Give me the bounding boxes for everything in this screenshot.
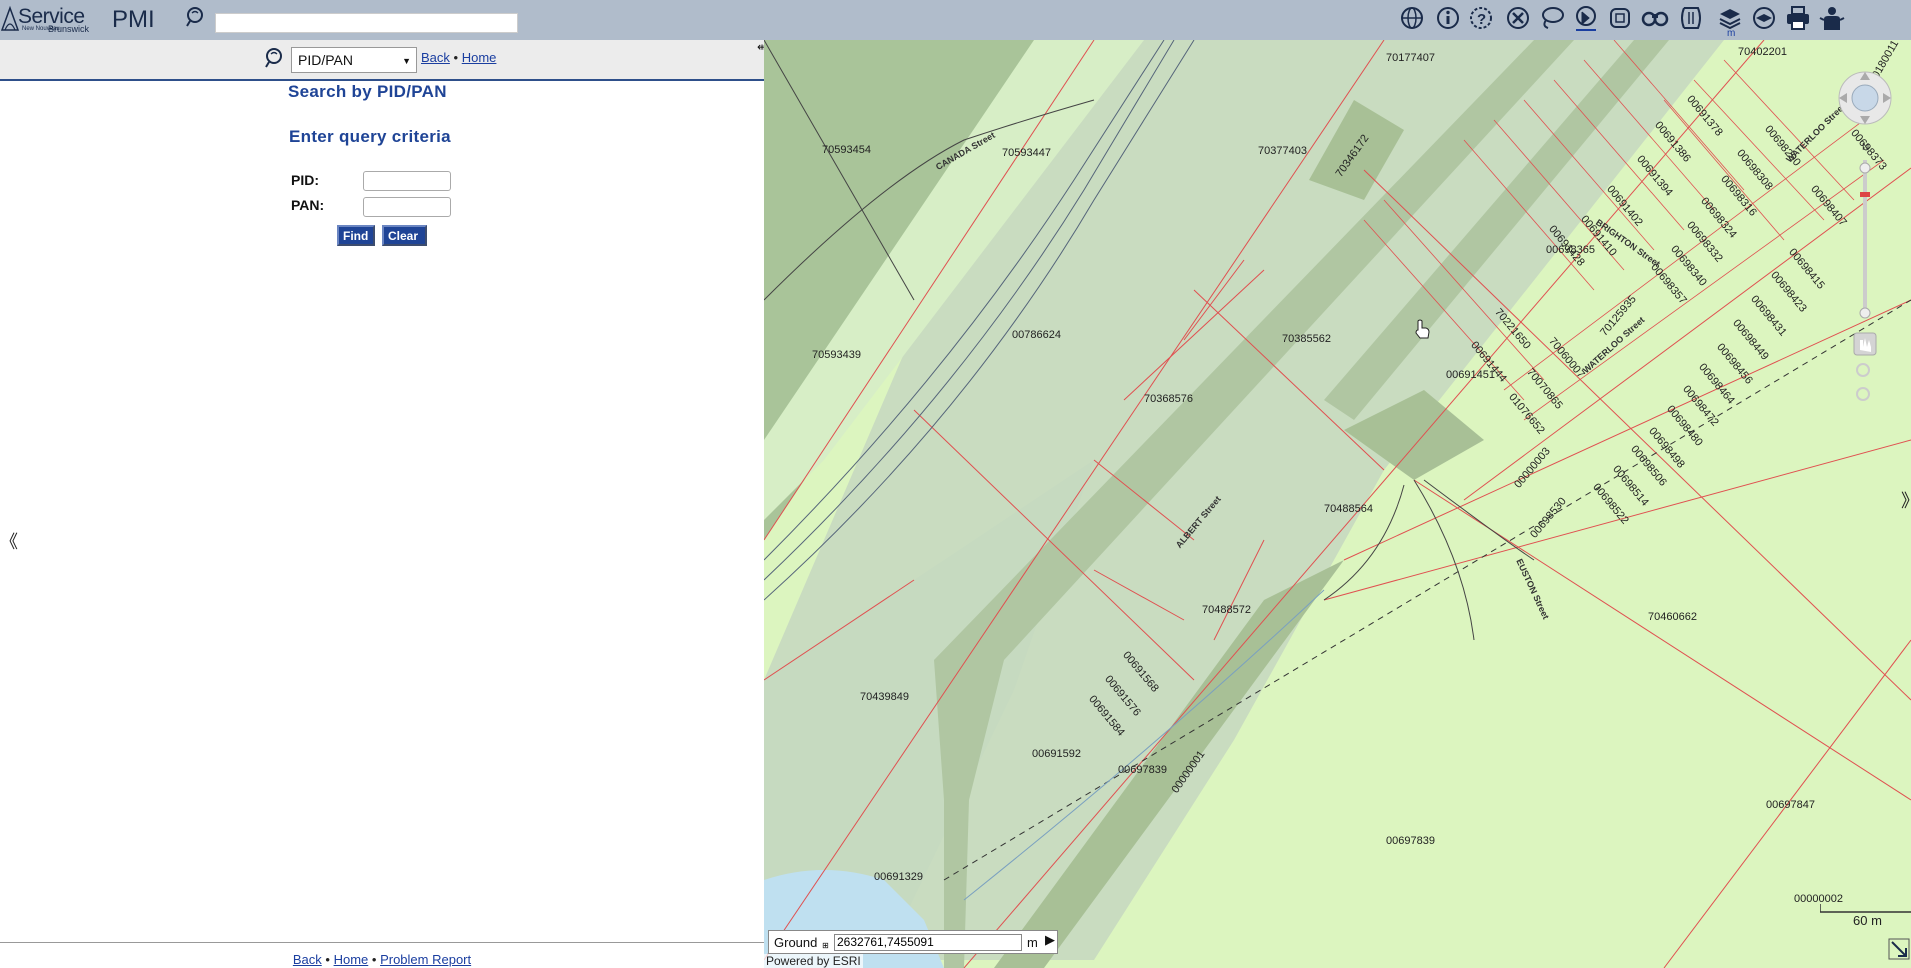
expand-icon[interactable]: ⊞ [822,941,829,950]
footer-back-link[interactable]: Back [293,952,322,967]
clear-button[interactable]: Clear [382,225,427,246]
app-title: PMI [112,6,155,33]
parcel-label: 70368576 [1144,393,1193,405]
query-subtitle: Enter query criteria [289,127,451,146]
search-panel: PID/PAN ▼ Back • Home Search by PID/PAN … [0,40,764,968]
pan-label: PAN: [291,197,325,213]
nav-separator: • [453,50,459,65]
pid-field[interactable] [363,171,451,191]
collapse-right-icon[interactable]: 》 [1901,487,1911,513]
binoculars-icon[interactable] [1641,4,1669,34]
footer-divider [0,942,764,943]
panel-nav: Back • Home [421,50,496,65]
logo-mark-icon [0,5,20,31]
hand-cursor-icon [1415,319,1430,339]
home-link[interactable]: Home [462,50,497,65]
globe-icon[interactable] [1398,4,1426,34]
identify-icon[interactable] [1572,4,1600,34]
measure-icon[interactable] [1678,4,1706,34]
close-circle-icon[interactable] [1504,4,1532,34]
pan-field[interactable] [363,197,451,217]
coordinate-box: Ground ⊞ 2632761,7455091 m ▶ [768,930,1058,954]
parcel-label: 70593439 [812,349,861,361]
page-title: Search by PID/PAN [288,82,447,101]
collapse-left-icon[interactable]: 《 [0,528,18,554]
parcel-label: 70460662 [1648,611,1697,623]
top-bar: Service New Nouveau Brunswick PMI ? m [0,0,1911,40]
print-icon[interactable] [1784,4,1812,34]
parcel-label: 70439849 [860,691,909,703]
parcel-label: 00697839 [1386,835,1435,847]
panel-header: PID/PAN ▼ Back • Home [0,40,764,81]
extent-icon[interactable] [1606,4,1634,34]
parcel-label: 70488564 [1324,503,1373,515]
map-view[interactable]: 70177407 70402201 70593454 70593447 7037… [764,40,1911,968]
parcel-label: 70177407 [1386,52,1435,64]
logo-subtext-2: Brunswick [48,24,90,34]
scale-label: 60 m [1853,913,1882,928]
toolbar-marker: m [1727,28,1736,39]
footer-separator: • [325,952,330,967]
svg-text:?: ? [1477,11,1486,28]
parcel-label: 00697839 [1118,764,1167,776]
back-link[interactable]: Back [421,50,450,65]
search-type-value: PID/PAN [298,52,353,68]
parcel-label: 00786624 [1012,329,1061,341]
footer-separator: • [371,952,377,967]
service-nb-logo[interactable]: Service New Nouveau Brunswick [0,2,100,36]
footer-home-link[interactable]: Home [334,952,369,967]
parcel-label: 70593454 [822,144,871,156]
find-button[interactable]: Find [337,225,375,246]
parcel-label: 70377403 [1258,145,1307,157]
play-icon[interactable]: ▶ [1045,932,1055,948]
parcel-label: 70593447 [1002,147,1051,159]
parcel-label: 70488572 [1202,604,1251,616]
parcel-label: 00697847 [1766,799,1815,811]
pid-label: PID: [291,172,319,188]
basemap-icon[interactable] [1750,4,1778,34]
panel-footer: Back • Home • Problem Report [0,952,764,967]
north-label: N [1862,142,1869,153]
search-icon[interactable] [184,5,208,29]
resize-corner-icon[interactable] [1888,938,1910,960]
problem-report-link[interactable]: Problem Report [380,952,471,967]
coord-unit-label: m [1027,935,1038,950]
zoom-navigator[interactable]: N [1832,50,1902,410]
user-icon[interactable] [1818,4,1846,34]
info-icon[interactable] [1434,4,1462,34]
search-icon[interactable] [262,46,286,70]
parcel-label: 70385562 [1282,333,1331,345]
lasso-select-icon[interactable] [1538,4,1566,34]
parcel-label: 00691329 [874,871,923,883]
parcel-label: 70402201 [1738,46,1787,58]
coordinate-input[interactable]: 2632761,7455091 [834,934,1022,951]
parcel-label: 00691592 [1032,748,1081,760]
coord-mode-label[interactable]: Ground [774,935,817,950]
chevron-down-icon: ▼ [402,56,411,66]
help-query-icon[interactable]: ? [1468,4,1496,34]
search-type-select[interactable]: PID/PAN ▼ [291,47,417,73]
search-input[interactable] [215,13,518,33]
powered-by-label: Powered by ESRI [764,954,863,968]
